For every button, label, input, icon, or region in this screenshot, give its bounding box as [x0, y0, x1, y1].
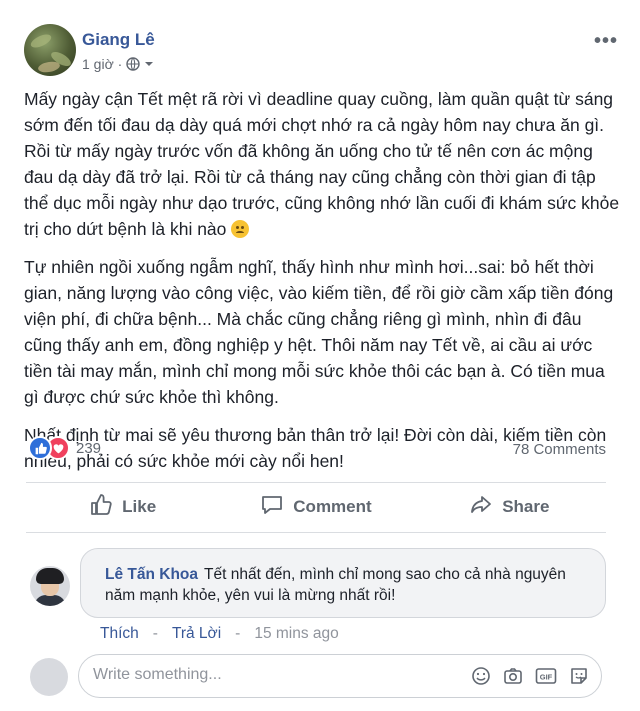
speech-bubble-icon [260, 493, 284, 522]
post-time[interactable]: 1 giờ · [82, 56, 122, 72]
sad-face-emoji-icon [231, 220, 250, 238]
comment-input[interactable] [93, 666, 393, 684]
author-avatar[interactable] [24, 24, 76, 76]
commenter-name[interactable]: Lê Tấn Khoa [105, 566, 198, 583]
share-label: Share [502, 497, 550, 516]
globe-icon[interactable] [126, 57, 141, 71]
like-label: Like [122, 497, 157, 516]
comments-count-link[interactable]: 78 Comments [513, 441, 606, 458]
viewer-avatar [30, 658, 68, 696]
sticker-icon[interactable] [569, 666, 589, 691]
post-paragraph: Mấy ngày cận Tết mệt rã rời vì deadline … [24, 89, 620, 239]
comment-reply-link[interactable]: Trả Lời [172, 625, 221, 643]
comment-input-box[interactable]: GIF [78, 654, 602, 698]
divider [26, 532, 606, 533]
separator: - [152, 625, 158, 642]
separator: - [235, 625, 241, 642]
gif-icon[interactable]: GIF [535, 666, 557, 691]
camera-icon[interactable] [503, 666, 523, 691]
like-reaction-icon [28, 436, 52, 460]
comment-label: Comment [293, 497, 372, 516]
post-meta: 1 giờ · [82, 56, 154, 72]
thumbs-up-icon [89, 493, 113, 522]
composer-icons: GIF [471, 666, 589, 691]
share-arrow-icon [469, 493, 493, 522]
chevron-down-icon[interactable] [144, 59, 154, 69]
post-paragraph: Tự nhiên ngồi xuống ngẫm nghĩ, thấy hình… [24, 257, 614, 407]
reaction-count: 239 [76, 439, 102, 457]
author-name[interactable]: Giang Lê [82, 30, 155, 50]
comment-button[interactable]: Comment [219, 482, 412, 532]
post-actions: Like Comment Share [26, 482, 606, 532]
more-options-icon[interactable]: ••• [594, 30, 618, 53]
emoji-icon[interactable] [471, 666, 491, 691]
reactions-summary[interactable]: 239 [28, 436, 101, 460]
post-header: Giang Lê 1 giờ · ••• [24, 24, 624, 80]
svg-text:GIF: GIF [540, 673, 553, 682]
comment-like-link[interactable]: Thích [100, 625, 139, 643]
comment-composer: GIF [30, 654, 620, 700]
comment-actions: Thích - Trả Lời - 15 mins ago [100, 625, 339, 643]
like-button[interactable]: Like [26, 482, 219, 532]
post-body: Mấy ngày cận Tết mệt rã rời vì deadline … [24, 86, 620, 486]
share-button[interactable]: Share [413, 482, 606, 532]
comment-time[interactable]: 15 mins ago [254, 625, 338, 643]
commenter-avatar[interactable] [30, 566, 70, 606]
comment-bubble: Lê Tấn Khoa Tết nhất đến, mình chỉ mong s… [80, 548, 606, 618]
